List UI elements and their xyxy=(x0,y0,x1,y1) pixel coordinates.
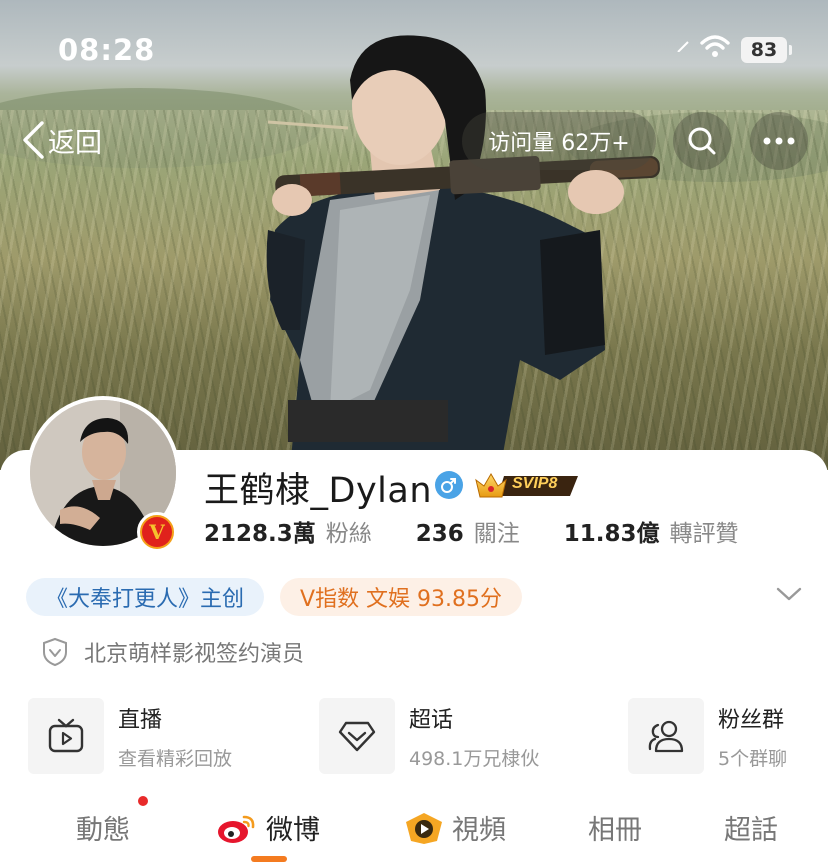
tag-v-index[interactable]: V指数 文娱 93.85分 xyxy=(280,578,523,616)
feature-live[interactable]: 直播 查看精彩回放 xyxy=(28,698,232,774)
stat-interactions[interactable]: 11.83億 轉評贊 xyxy=(564,514,739,548)
notification-dot xyxy=(138,796,148,806)
feature-subtitle: 查看精彩回放 xyxy=(118,747,233,770)
stat-number: 236 xyxy=(415,521,464,547)
tv-icon xyxy=(48,718,84,753)
feature-title: 超话 xyxy=(409,707,454,733)
male-gender-icon xyxy=(435,471,463,499)
tab-albums[interactable]: 相冊 xyxy=(588,808,642,847)
feature-icon-box xyxy=(628,698,704,774)
weibo-logo-icon xyxy=(218,815,255,843)
stat-number: 11.83億 xyxy=(563,521,660,547)
diamond-icon xyxy=(338,721,376,752)
verified-v-badge: V xyxy=(137,512,177,552)
profile-name: 王鹤棣_Dylan xyxy=(204,471,433,511)
search-icon xyxy=(688,127,716,155)
more-dots-icon xyxy=(763,137,795,145)
stat-label: 關注 xyxy=(473,521,520,547)
tab-weibo[interactable]: 微博 xyxy=(216,808,320,847)
verification-info: 北京萌样影视签约演员 xyxy=(42,636,304,668)
battery-level: 83 xyxy=(741,37,792,63)
stat-number: 2128.3萬 xyxy=(204,521,316,547)
tag-drama[interactable]: 《大奉打更人》主创 xyxy=(26,578,265,616)
more-button[interactable] xyxy=(750,112,808,170)
tab-label: 相冊 xyxy=(588,815,642,846)
tab-label: 超話 xyxy=(724,815,778,846)
feature-title: 粉丝群 xyxy=(718,707,785,733)
back-button[interactable]: 返回 xyxy=(20,118,102,162)
feature-title: 直播 xyxy=(118,707,163,733)
feature-icon-box xyxy=(319,698,395,774)
stat-label: 轉評贊 xyxy=(669,521,739,547)
feature-subtitle: 498.1万兄棣伙 xyxy=(409,747,540,770)
profile-tags: 《大奉打更人》主创 V指数 文娱 93.85分 xyxy=(26,578,538,616)
tab-label: 微博 xyxy=(266,815,320,846)
shield-icon xyxy=(43,637,67,667)
feature-fan-group[interactable]: 粉丝群 5个群聊 xyxy=(628,698,787,774)
feature-row: 直播 查看精彩回放 超话 498.1万兄棣伙 粉丝群 5个群聊 xyxy=(28,698,800,774)
tab-videos[interactable]: 視頻 xyxy=(404,808,506,847)
profile-stats: 2128.3萬 粉絲 236 關注 11.83億 轉評贊 xyxy=(204,514,783,548)
svip-badge[interactable]: SVIP8 xyxy=(474,470,580,500)
group-icon xyxy=(648,720,684,753)
tab-dynamics[interactable]: 動態 xyxy=(76,808,130,847)
status-bar: 08:28 83 xyxy=(0,0,828,100)
feature-subtitle: 5个群聊 xyxy=(718,747,788,770)
back-label: 返回 xyxy=(48,127,102,159)
verification-text: 北京萌样影视签约演员 xyxy=(84,642,305,667)
chevron-left-icon xyxy=(23,121,44,159)
active-tab-indicator xyxy=(251,856,287,862)
tab-label: 動態 xyxy=(76,815,130,846)
wifi-icon xyxy=(700,35,730,57)
svip-label: SVIP8 xyxy=(512,475,558,492)
stat-followers[interactable]: 2128.3萬 粉絲 xyxy=(204,514,372,548)
tab-super-topics[interactable]: 超話 xyxy=(724,808,778,847)
visits-badge[interactable]: 访问量 62万+ xyxy=(462,112,656,170)
tab-label: 視頻 xyxy=(452,815,506,846)
feature-super-topic[interactable]: 超话 498.1万兄棣伙 xyxy=(319,698,539,774)
feature-icon-box xyxy=(28,698,104,774)
stat-label: 粉絲 xyxy=(325,521,372,547)
chevron-down-icon[interactable] xyxy=(776,586,802,602)
search-button[interactable] xyxy=(673,112,731,170)
v-icon: V xyxy=(142,517,172,547)
profile-tabs: 動態 微博 視頻 相冊 超話 xyxy=(0,800,828,868)
status-time: 08:28 xyxy=(58,33,156,67)
stat-following[interactable]: 236 關注 xyxy=(416,514,520,548)
signal-icon xyxy=(677,41,689,52)
video-badge-icon xyxy=(406,812,442,844)
